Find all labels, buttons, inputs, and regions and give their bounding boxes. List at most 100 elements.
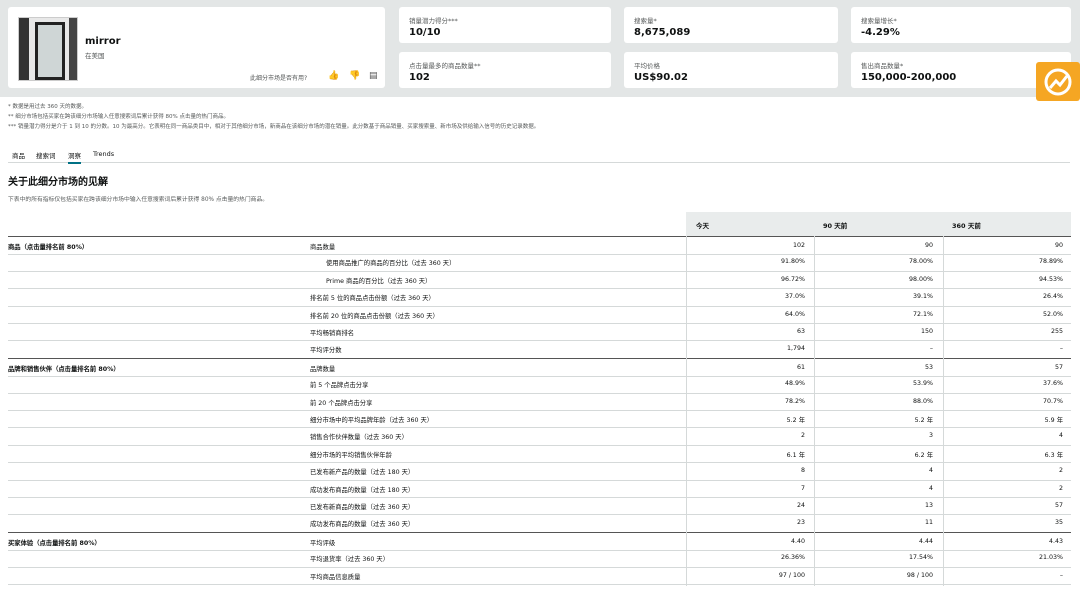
metric-label: 点击量最多的商品数量** [409, 62, 481, 70]
product-name: mirror [85, 36, 121, 47]
cell-360-days: 5.9 年 [1044, 417, 1063, 424]
metric-label: 售出商品数量* [861, 62, 904, 70]
cell-today: 2 [800, 432, 805, 440]
metric-label: 搜索量* [634, 17, 657, 25]
row-group-label: 品牌和销售伙伴（点击量排名前 80%） [8, 365, 120, 373]
cell-today: 48.9% [784, 380, 805, 388]
product-thumbnail[interactable] [18, 17, 78, 81]
cell-today: 26.36% [780, 554, 805, 562]
row-metric-label: 品牌数量 [310, 365, 336, 373]
table-row: 平均评分数 1,794 – – [8, 340, 1071, 359]
cell-90-days: 88.0% [912, 397, 933, 405]
row-metric-label: 使用商品推广的商品的百分比（过去 360 天） [326, 260, 456, 268]
row-metric-label: 平均畅销商排名 [310, 330, 355, 337]
cell-90-days: 98 / 100 [906, 571, 933, 579]
row-metric-label: 已发布新产品的数量（过去 180 天） [310, 469, 415, 477]
table-row: 细分市场中的平均品牌年龄（过去 360 天） 5.2 年 5.2 年 5.9 年 [8, 410, 1071, 429]
table-row: 前 5 个品牌点击分享 48.9% 53.9% 37.6% [8, 375, 1071, 394]
footnote: * 数据是用过去 360 天的数据。 [8, 104, 87, 110]
cell-360-days: 2 [1058, 467, 1063, 475]
row-group-label: 买家体验（点击量排名前 80%） [8, 539, 101, 547]
row-metric-label: 前 5 个品牌点击分享 [310, 382, 369, 390]
cell-90-days: 5.2 年 [914, 417, 933, 424]
footnotes: * 数据是用过去 360 天的数据。 ** 细分市场包括买家在跨该细分市场输入任… [8, 102, 539, 132]
row-metric-label: 平均评级 [310, 539, 336, 547]
table-row: 已发布新产品的数量（过去 180 天） 8 4 2 [8, 462, 1071, 481]
row-metric-label: 平均评分数 [310, 347, 342, 355]
metric-value: 150,000-200,000 [861, 72, 957, 83]
metric-card-top-clicked: 点击量最多的商品数量** 102 [399, 52, 611, 88]
tab-bar: 商品 搜索词 洞察 Trends [8, 147, 1070, 164]
cell-90-days: 4 [928, 484, 933, 492]
cell-360-days: 6.3 年 [1044, 451, 1063, 459]
cell-today: 37.0% [784, 293, 805, 301]
cell-360-days: 26.4% [1042, 293, 1063, 301]
row-metric-label: 成功发布商品的数量（过去 180 天） [310, 486, 415, 494]
cell-90-days: – [929, 345, 933, 353]
cell-90-days: 90 [924, 242, 933, 249]
cell-today: 96.72% [780, 275, 805, 283]
cell-today: 7 [800, 484, 805, 492]
row-metric-label: 排名前 5 位的商品点击份额（过去 360 天） [310, 295, 435, 303]
tab-trends[interactable]: Trends [93, 150, 114, 158]
cell-90-days: 4 [928, 467, 933, 475]
thumbs-up-icon[interactable]: 👍 [328, 71, 339, 81]
cell-today: 24 [796, 502, 805, 509]
cell-90-days: 53.9% [912, 380, 933, 388]
comment-icon[interactable]: ▤ [369, 71, 378, 81]
cell-90-days: 98.00% [908, 275, 933, 283]
cell-today: 5.2 年 [786, 417, 805, 424]
cell-today: 61 [796, 363, 805, 371]
tab-search-terms[interactable]: 搜索词 [36, 150, 56, 160]
column-header: 今天 [696, 222, 709, 230]
table-row: 成功发布商品的数量（过去 180 天） 7 4 2 [8, 480, 1071, 498]
tab-insights[interactable]: 洞察 [68, 150, 81, 164]
thumbs-down-icon[interactable]: 👎 [349, 71, 360, 81]
metric-label: 平均价格 [634, 62, 660, 70]
cell-360-days: 37.6% [1042, 380, 1063, 388]
cell-today: 8 [800, 467, 805, 475]
footnote: ** 细分市场包括买家在跨该细分市场输入任意搜索词后累计获得 80% 点击量的热… [8, 114, 229, 120]
cell-360-days: 4.43 [1048, 537, 1063, 545]
metric-card-avg-price: 平均价格 US$90.02 [624, 52, 838, 88]
table-row: 平均畅销商排名 63 150 255 [8, 323, 1071, 342]
cell-360-days: 2 [1058, 484, 1063, 492]
cell-today: 97 / 100 [778, 571, 805, 579]
column-header: 90 天前 [823, 222, 848, 230]
product-card: mirror 在美国 此细分市场是否有用? 👍 👎 ▤ [8, 7, 385, 88]
cell-90-days: 72.1% [912, 310, 933, 318]
metric-value: 102 [409, 72, 430, 83]
trend-logo-icon[interactable] [1036, 62, 1080, 101]
row-metric-label: 平均商品信息质量 [310, 573, 361, 581]
table-row: 前 20 个品牌点击分享 78.2% 88.0% 70.7% [8, 393, 1071, 411]
cell-360-days: 78.89% [1038, 258, 1063, 266]
cell-360-days: 57 [1054, 502, 1063, 509]
cell-today: 78.2% [784, 397, 805, 405]
cell-today: 63 [796, 328, 805, 335]
cell-90-days: 17.54% [908, 554, 933, 562]
row-metric-label: 商品数量 [310, 244, 336, 251]
table-row: 排名前 5 位的商品点击份额（过去 360 天） 37.0% 39.1% 26.4% [8, 288, 1071, 307]
cell-360-days: 4 [1058, 432, 1063, 440]
row-metric-label: 平均退货率（过去 360 天） [310, 556, 389, 564]
cell-90-days: 6.2 年 [914, 451, 933, 459]
table-row: 销售合作伙伴数量（过去 360 天） 2 3 4 [8, 427, 1071, 446]
metric-card-search-growth: 搜索量增长* -4.29% [851, 7, 1071, 43]
metric-card-search-volume: 搜索量* 8,675,089 [624, 7, 838, 43]
product-marketplace: 在美国 [85, 52, 105, 60]
metric-label: 销量潜力得分*** [409, 17, 458, 25]
table-row: 已发布新商品的数量（过去 360 天） 24 13 57 [8, 497, 1071, 516]
cell-90-days: 11 [924, 519, 933, 527]
row-metric-label: 细分市场的平均销售伙伴年龄 [310, 451, 392, 459]
metric-card-potential: 销量潜力得分*** 10/10 [399, 7, 611, 43]
cell-today: 64.0% [784, 310, 805, 318]
row-metric-label: 细分市场中的平均品牌年龄（过去 360 天） [310, 417, 434, 424]
tab-products[interactable]: 商品 [12, 150, 25, 160]
table-row: 平均商品信息质量 97 / 100 98 / 100 – [8, 567, 1071, 585]
cell-360-days: 21.03% [1038, 554, 1063, 562]
cell-90-days: 53 [924, 363, 933, 371]
footnote: *** 销量潜力得分是介于 1 到 10 的分数。10 为最高分。它表明在同一商… [8, 124, 540, 130]
cell-360-days: 94.53% [1038, 275, 1063, 283]
column-header: 360 天前 [952, 222, 981, 230]
cell-360-days: 52.0% [1042, 310, 1063, 318]
